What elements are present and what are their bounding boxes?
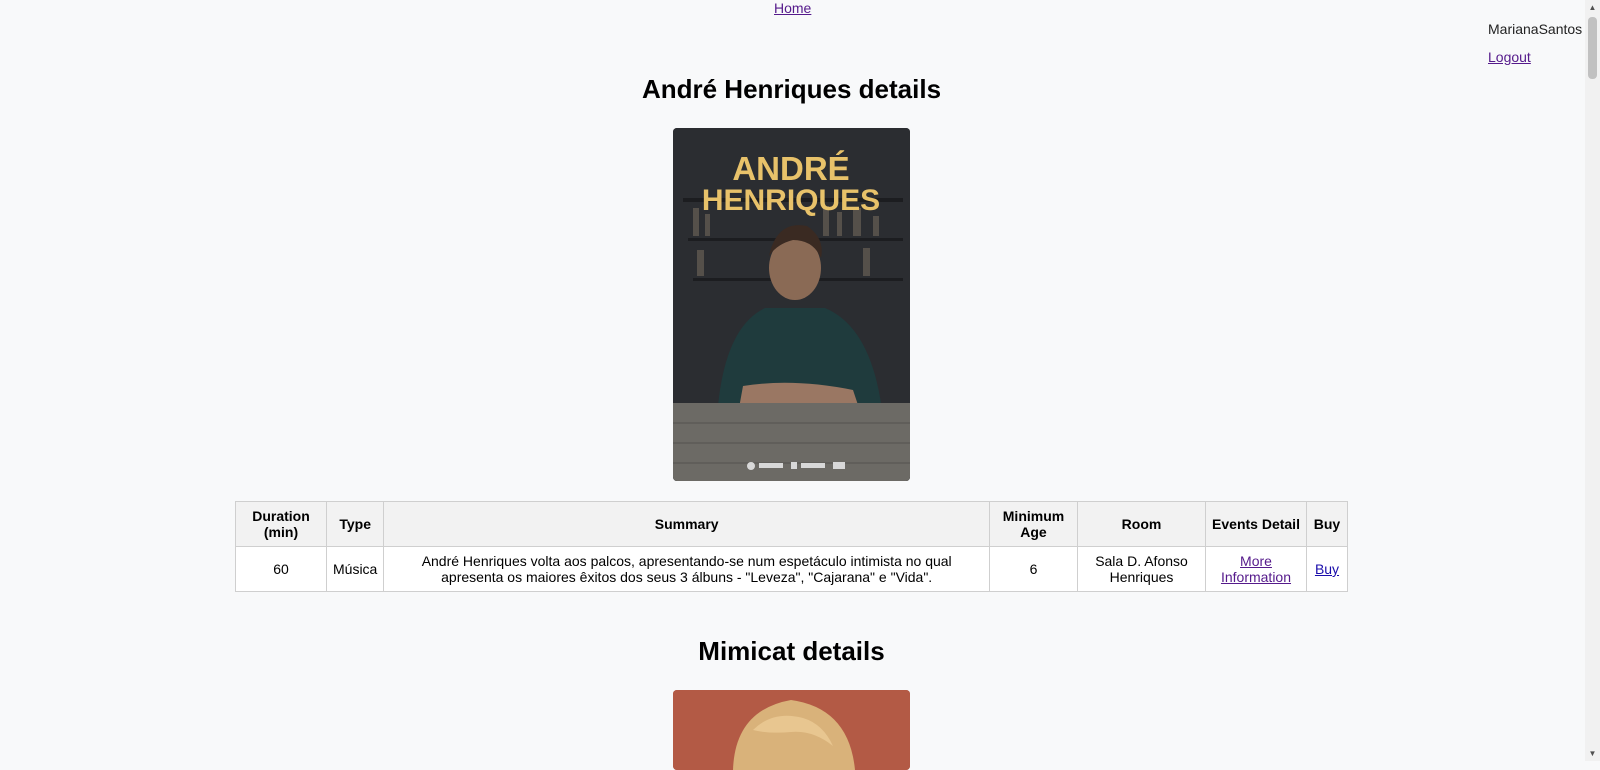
scroll-down-icon[interactable]: ▼ xyxy=(1585,746,1600,761)
cell-summary: André Henriques volta aos palcos, aprese… xyxy=(383,546,990,592)
header-minimum-age: Minimum Age xyxy=(989,501,1078,547)
table-header-row: Duration (min) Type Summary Minimum Age … xyxy=(235,501,1348,547)
cell-room: Sala D. Afonso Henriques xyxy=(1077,546,1206,592)
poster-title-line1: ANDRÉ xyxy=(732,150,849,187)
scroll-up-icon[interactable]: ▲ xyxy=(1585,0,1600,15)
table-row: 60 Música André Henriques volta aos palc… xyxy=(235,546,1348,592)
scrollbar-thumb[interactable] xyxy=(1588,17,1597,79)
event-details-table: Duration (min) Type Summary Minimum Age … xyxy=(235,501,1348,592)
more-information-link[interactable]: More Information xyxy=(1221,553,1291,585)
header-buy: Buy xyxy=(1306,501,1348,547)
header-duration: Duration (min) xyxy=(235,501,327,547)
poster-title-line2: HENRIQUES xyxy=(702,184,880,217)
cell-events-detail: More Information xyxy=(1205,546,1307,592)
home-link[interactable]: Home xyxy=(774,0,811,16)
logout-link[interactable]: Logout xyxy=(1488,49,1531,65)
header-events-detail: Events Detail xyxy=(1205,501,1307,547)
header-type: Type xyxy=(325,501,385,547)
header-summary: Summary xyxy=(383,501,990,547)
cell-buy: Buy xyxy=(1306,546,1348,592)
header-room: Room xyxy=(1077,501,1206,547)
section-title-mimicat: Mimicat details xyxy=(698,636,885,666)
cell-type: Música xyxy=(325,546,385,592)
cell-duration: 60 xyxy=(235,546,327,592)
cell-minimum-age: 6 xyxy=(989,546,1078,592)
event-poster-mimicat xyxy=(673,690,910,770)
section-title-andre-henriques: André Henriques details xyxy=(641,74,942,104)
buy-link[interactable]: Buy xyxy=(1315,561,1339,577)
page-scrollbar[interactable]: ▲ ▼ xyxy=(1585,0,1600,761)
event-poster-andre-henriques: ANDRÉ HENRIQUES xyxy=(673,128,910,481)
username: MarianaSantos xyxy=(1488,21,1583,37)
